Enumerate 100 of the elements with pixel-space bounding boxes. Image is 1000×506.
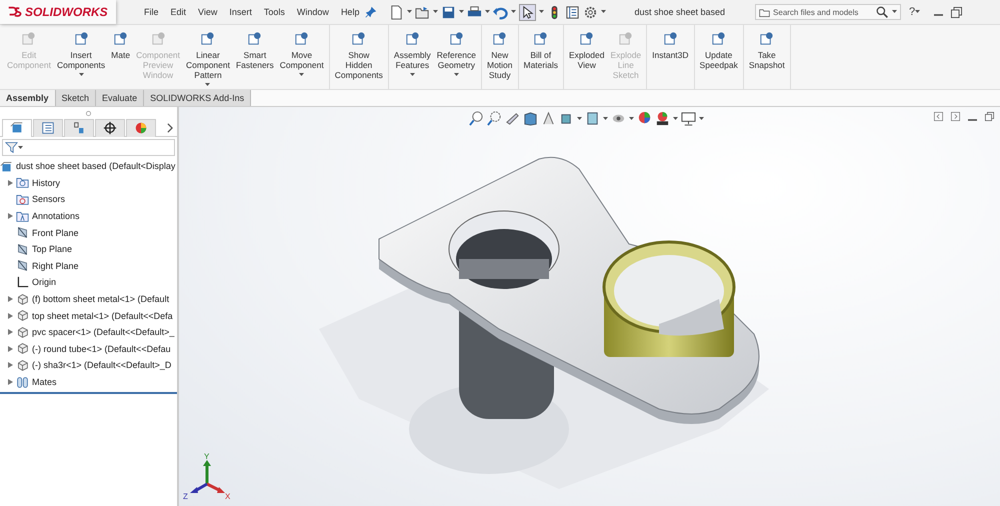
chevron-right-icon xyxy=(167,122,173,132)
expand-arrow-icon[interactable] xyxy=(8,296,12,302)
tree-item[interactable]: (-) sha3r<1> (Default<<Default>_D xyxy=(32,360,172,370)
configuration-icon xyxy=(72,121,86,135)
y-axis-arrow xyxy=(203,460,211,484)
expand-arrow-icon[interactable] xyxy=(8,379,12,386)
menu-item[interactable]: Help xyxy=(334,7,366,17)
menu-item[interactable]: View xyxy=(192,7,224,17)
history-folder-icon xyxy=(16,176,29,190)
ribbon-tab[interactable]: Evaluate xyxy=(96,90,144,106)
panel-tab[interactable] xyxy=(95,118,125,136)
expand-arrow-icon[interactable] xyxy=(8,329,12,336)
ribbon-button[interactable]: Move Component xyxy=(276,25,327,89)
origin-icon xyxy=(16,276,29,289)
tree-item[interactable]: History xyxy=(32,178,60,188)
tool-icon xyxy=(150,31,166,46)
menu-item[interactable]: Insert xyxy=(223,7,258,17)
tree-item[interactable]: Right Plane xyxy=(32,260,79,271)
ribbon-tab[interactable]: Assembly xyxy=(0,90,56,106)
ribbon-button[interactable]: Exploded View xyxy=(566,25,608,89)
tool-icon xyxy=(711,31,726,46)
tree-item[interactable]: Sensors xyxy=(32,194,66,204)
minimize-icon[interactable] xyxy=(934,14,944,16)
appearance-icon xyxy=(134,121,148,135)
ribbon-button[interactable]: Insert Components xyxy=(54,25,108,89)
ribbon-button[interactable]: Update Speedpak xyxy=(696,25,741,89)
caret-icon[interactable] xyxy=(433,10,438,14)
expand-arrow-icon[interactable] xyxy=(8,346,12,352)
tree-item[interactable]: dust shoe sheet based (Default<Display xyxy=(16,161,176,172)
caret-icon[interactable] xyxy=(485,10,490,14)
caret-icon[interactable] xyxy=(603,116,608,120)
caret-icon[interactable] xyxy=(915,10,920,14)
caret-icon[interactable] xyxy=(299,73,304,77)
caret-icon[interactable] xyxy=(205,83,210,87)
tree-item[interactable]: pvc spacer<1> (Default<<Default>_ xyxy=(32,327,174,338)
expand-arrow-icon[interactable] xyxy=(8,180,12,186)
caret-icon[interactable] xyxy=(539,10,544,14)
ribbon-button[interactable]: New Motion Study xyxy=(484,25,516,89)
ribbon-button[interactable]: Take Snapshot xyxy=(746,25,788,89)
tree-item[interactable]: Annotations xyxy=(32,211,80,222)
tree-item[interactable]: top sheet metal<1> (Default<<Defa xyxy=(32,310,173,321)
tree-item[interactable]: (-) round tube<1> (Default<<Defau xyxy=(32,344,171,354)
ribbon-button[interactable]: Bill of Materials xyxy=(520,25,561,89)
minimize-icon[interactable] xyxy=(968,118,977,120)
menu-item[interactable]: Window xyxy=(290,7,335,17)
caret-icon[interactable] xyxy=(629,116,634,120)
ribbon-button[interactable]: Instant3D xyxy=(649,25,692,89)
z-axis-label: Z xyxy=(183,492,188,500)
tool-icon xyxy=(533,31,548,46)
expand-arrow-icon[interactable] xyxy=(8,312,12,319)
ribbon-tab[interactable]: Sketch xyxy=(56,90,96,106)
save-icon xyxy=(441,4,456,20)
caret-icon[interactable] xyxy=(577,116,582,120)
tree-item[interactable]: Mates xyxy=(32,377,57,388)
ribbon-tab[interactable]: SOLIDWORKS Add-Ins xyxy=(144,90,252,106)
tile-right-icon xyxy=(951,112,960,121)
edit-appearance-icon xyxy=(637,111,652,126)
caret-icon[interactable] xyxy=(673,116,678,120)
caret-icon[interactable] xyxy=(407,10,412,14)
ribbon-button[interactable]: Assembly Features xyxy=(390,25,434,89)
expand-arrow-icon[interactable] xyxy=(8,213,12,220)
caret-icon[interactable] xyxy=(459,10,464,14)
search-box[interactable]: Search files and models xyxy=(755,4,902,20)
restore-icon xyxy=(985,112,994,121)
caret-icon[interactable] xyxy=(699,116,704,120)
expand-arrow-icon[interactable] xyxy=(8,362,12,368)
caret-icon[interactable] xyxy=(410,73,415,77)
tool-icon xyxy=(579,31,594,46)
tool-icon xyxy=(448,31,464,46)
help-button[interactable]: ? xyxy=(909,6,916,18)
annotation-folder-icon xyxy=(16,210,29,223)
tree-item[interactable]: (f) bottom sheet metal<1> (Default xyxy=(32,294,170,304)
caret-icon[interactable] xyxy=(78,73,84,77)
menu-item[interactable]: Tools xyxy=(258,7,291,17)
tree-item[interactable]: Front Plane xyxy=(32,228,79,238)
caret-icon[interactable] xyxy=(18,146,23,150)
tree-item[interactable]: Origin xyxy=(32,277,56,288)
mates-icon xyxy=(16,376,29,389)
caret-icon[interactable] xyxy=(454,73,459,77)
caret-icon[interactable] xyxy=(511,10,516,14)
search-field[interactable]: Search files and models xyxy=(773,8,874,16)
feature-tree-icon xyxy=(10,121,24,135)
folder-icon xyxy=(759,6,770,18)
x-axis-arrow xyxy=(206,482,225,493)
ribbon-button[interactable]: Smart Fasteners xyxy=(232,25,277,89)
menu-item[interactable]: Edit xyxy=(164,7,192,17)
undo-icon xyxy=(493,4,508,20)
assembly-icon xyxy=(0,160,13,173)
filter-field[interactable] xyxy=(2,139,175,156)
tool-icon xyxy=(492,31,508,46)
ribbon-button[interactable]: Reference Geometry xyxy=(434,25,479,89)
grip-icon xyxy=(86,110,91,116)
caret-icon[interactable] xyxy=(892,10,898,14)
ribbon-button[interactable]: Linear Component Pattern xyxy=(183,25,233,89)
menu-item[interactable]: File xyxy=(138,7,165,17)
ribbon-button[interactable]: Show Hidden Components xyxy=(332,25,386,89)
ribbon-button[interactable]: Mate xyxy=(108,25,134,89)
tree-item[interactable]: Top Plane xyxy=(32,244,72,254)
caret-icon[interactable] xyxy=(601,10,606,14)
property-list-icon xyxy=(41,121,55,135)
